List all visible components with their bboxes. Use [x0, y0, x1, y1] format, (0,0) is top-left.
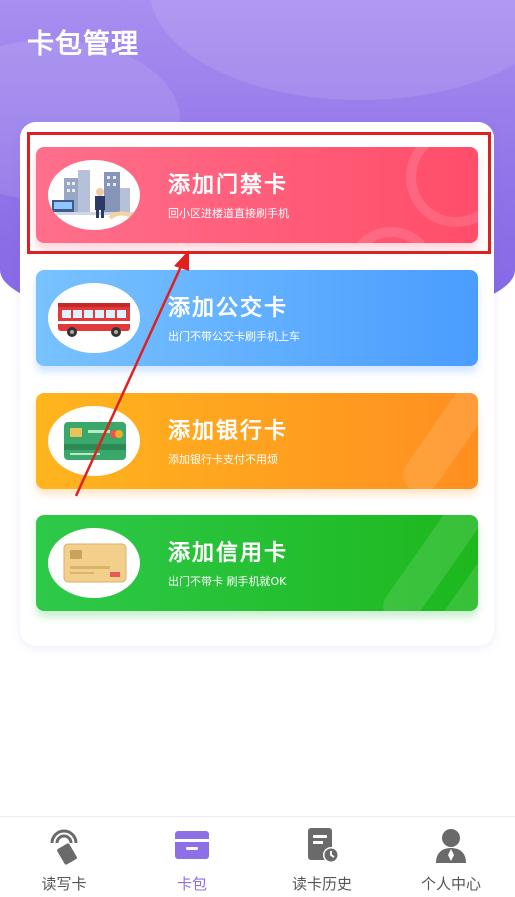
tab-read-history[interactable]: 读卡历史 [258, 817, 386, 897]
highlight-box [27, 132, 491, 254]
add-bank-card-button[interactable]: 添加银行卡 添加银行卡支付不用烦 [36, 393, 478, 489]
tab-label: 个人中心 [420, 875, 481, 893]
user-icon [431, 825, 471, 865]
card-subtitle: 出门不带卡 刷手机就OK [168, 575, 287, 588]
tab-label: 读卡历史 [291, 875, 352, 893]
card-title: 添加公交卡 [168, 296, 289, 321]
page-title: 卡包管理 [27, 29, 139, 60]
bottom-tab-bar: 读写卡 卡包 读卡历史 个人中心 [0, 816, 515, 897]
card-title: 添加银行卡 [168, 419, 289, 444]
card-subtitle: 添加银行卡支付不用烦 [168, 453, 278, 466]
add-bus-card-button[interactable]: 添加公交卡 出门不带公交卡刷手机上车 [36, 270, 478, 366]
wallet-icon [172, 825, 212, 865]
bank-card-illustration [48, 406, 140, 476]
add-credit-card-button[interactable]: 添加信用卡 出门不带卡 刷手机就OK [36, 515, 478, 611]
card-title: 添加信用卡 [168, 541, 289, 566]
nfc-card-icon [44, 825, 84, 865]
tab-card-wallet[interactable]: 卡包 [128, 817, 256, 897]
bus-illustration [48, 283, 140, 353]
tab-read-write-card[interactable]: 读写卡 [0, 817, 128, 897]
tab-label: 读写卡 [41, 875, 87, 893]
tab-personal-center[interactable]: 个人中心 [387, 817, 515, 897]
history-doc-icon [302, 825, 342, 865]
card-subtitle: 出门不带公交卡刷手机上车 [168, 330, 300, 343]
credit-card-illustration [48, 528, 140, 598]
tab-label: 卡包 [176, 875, 207, 893]
